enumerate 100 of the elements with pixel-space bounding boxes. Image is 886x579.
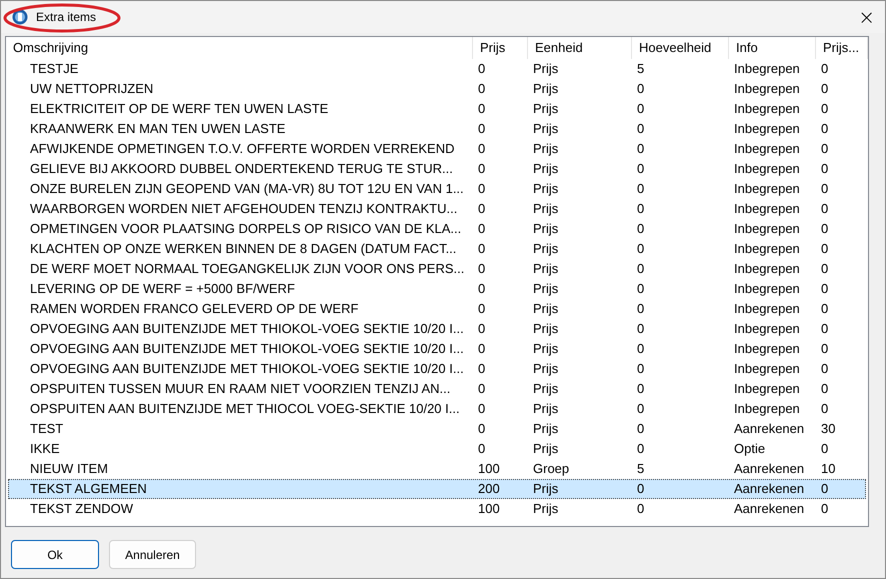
table-cell: ONZE BURELEN ZIJN GEOPEND VAN (MA-VR) 8U TOT 12U EN VAN 1...: [30, 181, 464, 196]
table-cell: 0: [821, 161, 828, 176]
table-cell: 0: [821, 201, 828, 216]
table-cell: Inbegrepen: [734, 181, 800, 196]
table-cell: Prijs: [533, 341, 558, 356]
column-header[interactable]: Hoeveelheid: [632, 37, 729, 59]
table-cell: IKKE: [30, 441, 60, 456]
table-cell: 100: [478, 501, 500, 516]
table-cell: 200: [478, 481, 500, 496]
table-cell: 0: [478, 61, 486, 76]
table-row[interactable]: LEVERING OP DE WERF = +5000 BF/WERF 0 Prijs 0 Inbegrepen 0: [8, 279, 866, 299]
table-cell: 0: [637, 281, 644, 296]
table-cell: Prijs: [533, 421, 558, 436]
table-cell: 0: [637, 301, 644, 316]
table-cell: WAARBORGEN WORDEN NIET AFGEHOUDEN TENZIJ KONTRAKTU...: [30, 201, 458, 216]
table-cell: Prijs: [533, 221, 558, 236]
table-row[interactable]: OPMETINGEN VOOR PLAATSING DORPELS OP RISICO VAN DE KLA... 0 Prijs 0 Inbegrepen 0: [8, 219, 866, 239]
table-cell: 0: [637, 241, 644, 256]
table-row[interactable]: UW NETTOPRIJZEN 0 Prijs 0 Inbegrepen 0: [8, 79, 866, 99]
table-row[interactable]: IKKE 0 Prijs 0 Optie 0: [8, 439, 866, 459]
table-cell: Prijs: [533, 101, 558, 116]
table-row[interactable]: KLACHTEN OP ONZE WERKEN BINNEN DE 8 DAGEN (DATUM FACT... 0 Prijs 0 Inbegrepen 0: [8, 239, 866, 259]
table-cell: Aanrekenen: [734, 421, 804, 436]
table-row[interactable]: NIEUW ITEM 100 Groep 5 Aanrekenen 10: [8, 459, 866, 479]
table-cell: Prijs: [533, 441, 558, 456]
table-cell: 0: [478, 361, 486, 376]
ok-button[interactable]: Ok: [11, 540, 99, 569]
table-cell: OPSPUITEN TUSSEN MUUR EN RAAM NIET VOORZIEN TENZIJ AN...: [30, 381, 450, 396]
table-cell: Prijs: [533, 161, 558, 176]
column-header[interactable]: Prijs: [473, 37, 528, 59]
table-cell: 0: [478, 301, 486, 316]
table-row[interactable]: ELEKTRICITEIT OP DE WERF TEN UWEN LASTE 0 Prijs 0 Inbegrepen 0: [8, 99, 866, 119]
table-row[interactable]: TESTJE 0 Prijs 5 Inbegrepen 0: [8, 59, 866, 79]
table-cell: 0: [478, 401, 486, 416]
table-cell: 0: [637, 181, 644, 196]
table-cell: Aanrekenen: [734, 501, 804, 516]
table-row[interactable]: OPVOEGING AAN BUITENZIJDE MET THIOKOL-VOEG SEKTIE 10/20 I... 0 Prijs 0 Inbegrepen 0: [8, 319, 866, 339]
table-cell: Inbegrepen: [734, 401, 800, 416]
table-cell: 0: [821, 441, 828, 456]
table-row[interactable]: OPSPUITEN TUSSEN MUUR EN RAAM NIET VOORZIEN TENZIJ AN... 0 Prijs 0 Inbegrepen 0: [8, 379, 866, 399]
table-cell: OPVOEGING AAN BUITENZIJDE MET THIOKOL-VOEG SEKTIE 10/20 I...: [30, 341, 464, 356]
table-row[interactable]: KRAANWERK EN MAN TEN UWEN LASTE 0 Prijs 0 Inbegrepen 0: [8, 119, 866, 139]
table-cell: 0: [821, 501, 828, 516]
table-row[interactable]: ONZE BURELEN ZIJN GEOPEND VAN (MA-VR) 8U TOT 12U EN VAN 1... 0 Prijs 0 Inbegrepen 0: [8, 179, 866, 199]
close-button[interactable]: ×: [858, 7, 875, 27]
table-cell: 0: [821, 321, 828, 336]
table-row[interactable]: DE WERF MOET NORMAAL TOEGANGKELIJK ZIJN VOOR ONS PERS... 0 Prijs 0 Inbegrepen 0: [8, 259, 866, 279]
table-cell: 0: [821, 61, 828, 76]
table-cell: 0: [637, 81, 644, 96]
table-cell: AFWIJKENDE OPMETINGEN T.O.V. OFFERTE WORDEN VERREKEND: [30, 141, 454, 156]
table-cell: Inbegrepen: [734, 81, 800, 96]
table-cell: 0: [637, 201, 644, 216]
table-cell: Optie: [734, 441, 766, 456]
cancel-button[interactable]: Annuleren: [109, 540, 196, 569]
table-cell: Prijs: [533, 281, 558, 296]
table-cell: 0: [637, 221, 644, 236]
table-cell: Prijs: [533, 141, 558, 156]
table-cell: UW NETTOPRIJZEN: [30, 81, 154, 96]
table-cell: 10: [821, 461, 836, 476]
table-cell: TEST: [30, 421, 64, 436]
table-cell: DE WERF MOET NORMAAL TOEGANGKELIJK ZIJN VOOR ONS PERS...: [30, 261, 464, 276]
table-row[interactable]: WAARBORGEN WORDEN NIET AFGEHOUDEN TENZIJ KONTRAKTU... 0 Prijs 0 Inbegrepen 0: [8, 199, 866, 219]
table-cell: 0: [478, 421, 486, 436]
table-cell: 0: [637, 481, 644, 496]
table-cell: Inbegrepen: [734, 281, 800, 296]
table-cell: TEKST ZENDOW: [30, 501, 134, 516]
table-cell: Inbegrepen: [734, 241, 800, 256]
table-cell: Inbegrepen: [734, 121, 800, 136]
table-cell: OPVOEGING AAN BUITENZIJDE MET THIOKOL-VOEG SEKTIE 10/20 I...: [30, 361, 464, 376]
table-cell: KRAANWERK EN MAN TEN UWEN LASTE: [30, 121, 286, 136]
table-cell: 0: [478, 281, 486, 296]
table-cell: 0: [478, 381, 486, 396]
table-cell: NIEUW ITEM: [30, 461, 108, 476]
table-row[interactable]: TEST 0 Prijs 0 Aanrekenen 30: [8, 419, 866, 439]
table-cell: 0: [478, 161, 486, 176]
table-cell: Inbegrepen: [734, 341, 800, 356]
table-cell: 5: [637, 61, 644, 76]
column-header[interactable]: Omschrijving: [6, 37, 473, 59]
column-header[interactable]: Info: [729, 37, 816, 59]
table-row[interactable]: GELIEVE BIJ AKKOORD DUBBEL ONDERTEKEND TERUG TE STUR... 0 Prijs 0 Inbegrepen 0: [8, 159, 866, 179]
table-row[interactable]: RAMEN WORDEN FRANCO GELEVERD OP DE WERF 0 Prijs 0 Inbegrepen 0: [8, 299, 866, 319]
column-header[interactable]: Eenheid: [528, 37, 632, 59]
table-row[interactable]: OPVOEGING AAN BUITENZIJDE MET THIOKOL-VOEG SEKTIE 10/20 I... 0 Prijs 0 Inbegrepen 0: [8, 339, 866, 359]
table-cell: Inbegrepen: [734, 261, 800, 276]
table-cell: TESTJE: [30, 61, 78, 76]
table-row[interactable]: OPSPUITEN AAN BUITENZIJDE MET THIOCOL VOEG-SEKTIE 10/20 I... 0 Prijs 0 Inbegrepen 0: [8, 399, 866, 419]
table-row[interactable]: AFWIJKENDE OPMETINGEN T.O.V. OFFERTE WORDEN VERREKEND 0 Prijs 0 Inbegrepen 0: [8, 139, 866, 159]
table-cell: Aanrekenen: [734, 461, 804, 476]
table-cell: 0: [478, 141, 486, 156]
table-row[interactable]: TEKST ALGEMEEN 200 Prijs 0 Aanrekenen 0: [8, 479, 866, 499]
table-row[interactable]: TEKST ZENDOW 100 Prijs 0 Aanrekenen 0: [8, 499, 866, 519]
table-cell: 0: [478, 121, 486, 136]
table-cell: 0: [478, 241, 486, 256]
table-cell: 0: [821, 101, 828, 116]
table-cell: Aanrekenen: [734, 481, 804, 496]
table-cell: Prijs: [533, 401, 558, 416]
table-cell: 0: [637, 441, 644, 456]
table-cell: 0: [637, 321, 644, 336]
table-row[interactable]: OPVOEGING AAN BUITENZIJDE MET THIOKOL-VOEG SEKTIE 10/20 I... 0 Prijs 0 Inbegrepen 0: [8, 359, 866, 379]
column-header[interactable]: Prijs...: [816, 37, 868, 59]
